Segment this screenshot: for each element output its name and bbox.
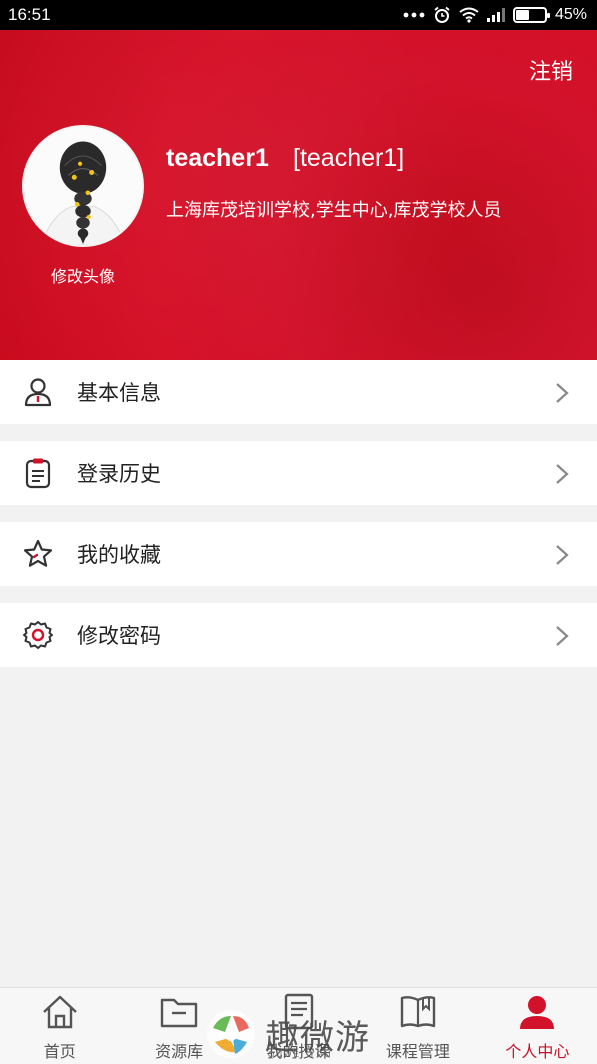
watermark-subtext: QUWEI YOU (268, 1050, 333, 1059)
chevron-right-icon (556, 383, 569, 403)
clipboard-icon (25, 458, 51, 489)
menu-item-favorites[interactable]: 我的收藏 (0, 522, 597, 586)
user-icon (520, 996, 555, 1029)
organization: 上海库茂培训学校,学生中心,库茂学校人员 (166, 200, 502, 221)
menu-item-login-history[interactable]: 登录历史 (0, 441, 597, 505)
status-icons: 45% (403, 6, 587, 24)
profile-header: 注销 修改头像 teacher1 [teacher1] 上海库茂培训学校,学生中… (0, 30, 597, 360)
avatar[interactable] (22, 125, 144, 247)
chevron-right-icon (556, 545, 569, 565)
gear-icon (23, 621, 53, 649)
logout-button[interactable]: 注销 (529, 54, 573, 86)
folder-icon (160, 998, 198, 1028)
username: teacher1 (166, 144, 269, 172)
signal-icon (486, 8, 505, 22)
menu-item-basic-info[interactable]: 基本信息 (0, 360, 597, 424)
menu-item-label: 修改密码 (77, 624, 161, 648)
battery-icon (512, 7, 550, 23)
tab-label: 个人中心 (505, 1042, 570, 1061)
more-dots-icon (403, 12, 425, 18)
menu-item-label: 我的收藏 (77, 543, 161, 567)
home-icon (42, 995, 77, 1029)
alarm-icon (433, 6, 451, 24)
edit-avatar-link[interactable]: 修改头像 (30, 263, 136, 287)
chevron-right-icon (556, 626, 569, 646)
battery-level (515, 10, 529, 20)
person-icon (24, 378, 52, 407)
menu-item-change-password[interactable]: 修改密码 (0, 603, 597, 667)
status-time: 16:51 (8, 5, 51, 24)
chevron-right-icon (556, 464, 569, 484)
watermark-logo-icon (207, 1010, 255, 1058)
menu-item-label: 基本信息 (77, 381, 161, 405)
tab-home[interactable]: 首页 (0, 988, 119, 1064)
star-icon (23, 539, 53, 567)
user-id: [teacher1] (293, 144, 405, 172)
tab-label: 首页 (43, 1042, 76, 1061)
tab-personal-center[interactable]: 个人中心 (478, 988, 597, 1064)
wifi-icon (459, 7, 479, 23)
status-bar: 16:51 45% (0, 0, 597, 30)
menu-item-label: 登录历史 (77, 462, 161, 486)
tab-label: 资源库 (155, 1042, 204, 1061)
battery-percent: 45% (554, 6, 587, 23)
